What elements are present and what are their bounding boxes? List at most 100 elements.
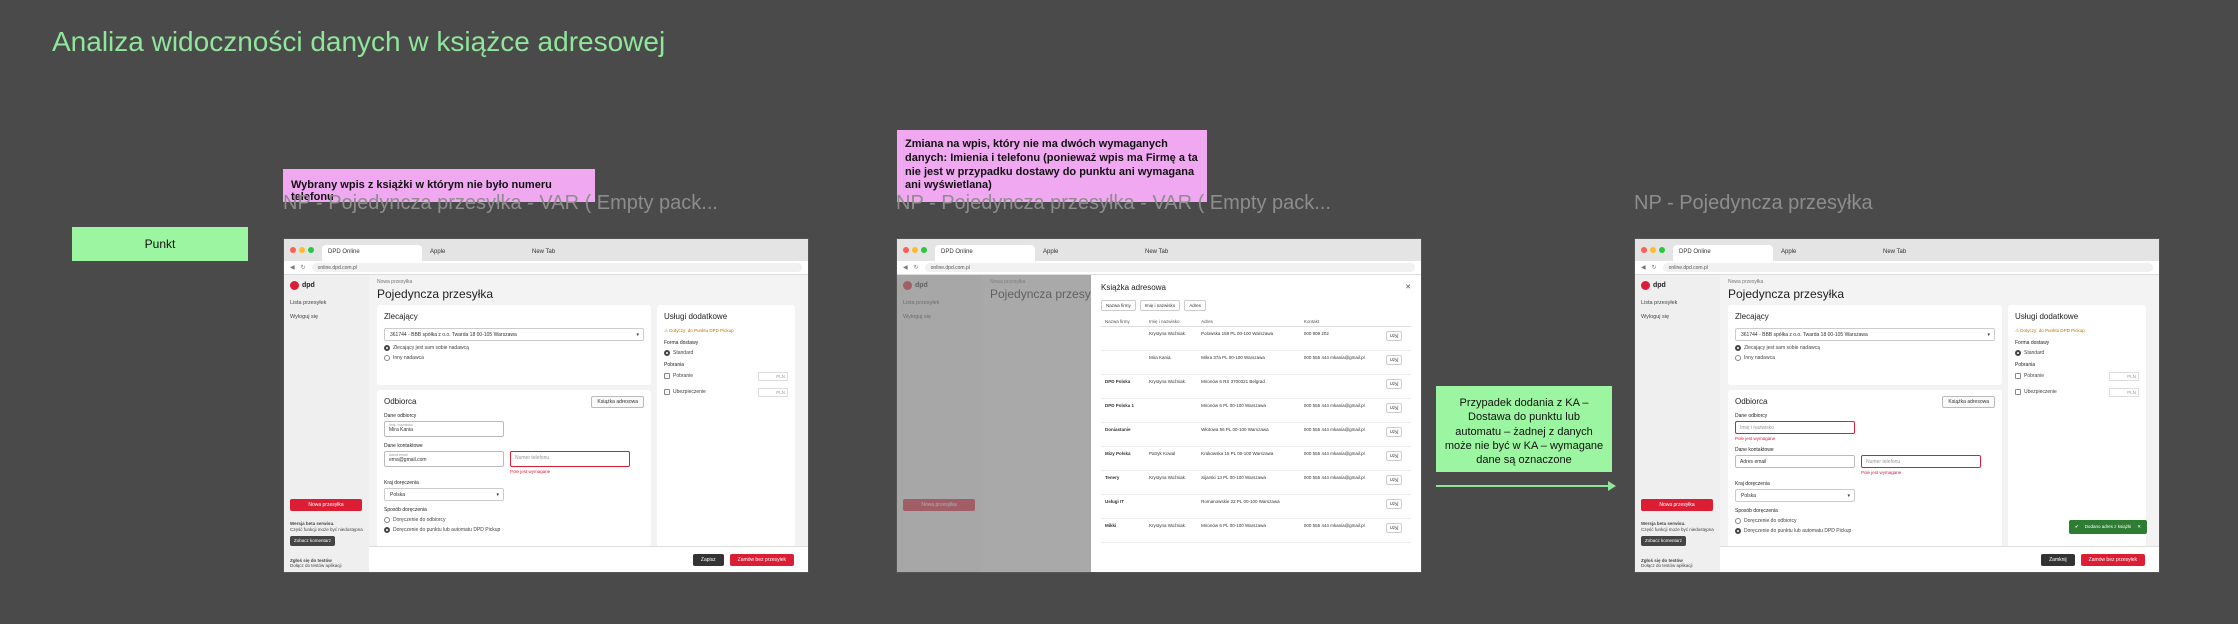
country-select[interactable]: Polska ▾ [1735,489,1855,502]
cell-address: Romanowskie 22 PL 00-100 Warszawa [1197,494,1300,519]
breadcrumb: Nowa przesyłka [377,279,413,285]
services-card: Usługi dodatkowe ⚠ Dotyczy: do Punktu DP… [657,305,795,555]
radio-pickup-delivery[interactable] [384,527,390,533]
sidebar-item-logout[interactable]: Wyloguj się [290,314,363,320]
use-entry-button[interactable]: Użyj [1385,379,1403,390]
radio-self-sender[interactable] [384,345,390,351]
filter-company[interactable]: Nazwa firmy [1101,300,1136,311]
checkbox-insurance[interactable] [664,389,670,395]
sidebar-item-shipments[interactable]: Lista przesyłek [290,300,363,306]
cell-address: Włotowa 56 PL 00-100 Warszawa [1197,422,1300,447]
use-entry-button[interactable]: Użyj [1385,475,1403,486]
insurance-amount-field[interactable]: PLN [758,388,788,397]
use-entry-button[interactable]: Użyj [1385,451,1403,462]
browser-tab[interactable]: Apple [1037,245,1137,261]
comment-button[interactable]: Zobacz komentarz [290,535,336,546]
use-entry-button[interactable]: Użyj [1385,403,1403,414]
browser-tab[interactable]: New Tab [526,245,626,261]
recipient-name-field[interactable]: Imię i nazwisko [1735,421,1855,434]
radio-standard[interactable] [2015,350,2021,356]
filter-name[interactable]: Imię i nazwisko [1139,300,1181,311]
col-name: Imię i nazwisko [1144,317,1198,327]
phone-error: Pole jest wymagane [1861,470,1902,475]
use-entry-button[interactable]: Użyj [1385,331,1403,342]
recipient-name-field[interactable]: Imię i nazwisko Mira Kania [384,421,504,437]
cell-name: Krystyna Woźniak [1144,326,1198,351]
use-entry-button[interactable]: Użyj [1385,427,1403,438]
cell-action: Użyj [1381,446,1411,471]
email-field[interactable]: Adres email [1735,455,1855,468]
close-icon[interactable]: ✕ [2137,524,2141,530]
cell-address: Mikra 37a PL 00-100 Warszawa [1197,350,1300,375]
save-draft-button[interactable]: Zapisz [692,553,724,566]
radio-other-sender[interactable] [1735,355,1741,361]
use-entry-button[interactable]: Użyj [1385,355,1403,366]
radio-self-sender[interactable] [1735,345,1741,351]
back-icon[interactable]: ◀ [1641,264,1646,271]
phone-field[interactable]: Numer telefonu [510,451,630,467]
frame-label-1: NP - Pojedyncza przesyłka - VAR ( Empty … [283,192,718,214]
order-button[interactable]: Zamów bez przesyłek [2080,553,2145,566]
browser-tab[interactable]: Apple [1775,245,1875,261]
new-shipment-button[interactable]: Nowa przesyłka [290,499,362,511]
cell-name: Mira Kania [1144,350,1198,375]
cod-amount-field[interactable]: PLN [2109,372,2139,381]
radio-other-sender[interactable] [384,355,390,361]
checkbox-cod[interactable] [664,373,670,379]
sidebar-item-shipments[interactable]: Lista przesyłek [1641,300,1714,306]
url-field[interactable]: online.dpd.com.pl [1662,263,2153,272]
cell-address: Krakowska 15 PL 00-100 Warszawa [1197,446,1300,471]
use-entry-button[interactable]: Użyj [1385,499,1403,510]
url-field[interactable]: online.dpd.com.pl [311,263,802,272]
checkbox-cod[interactable] [2015,373,2021,379]
cell-name: Krystyna Woźniak [1144,518,1198,543]
new-shipment-button[interactable]: Nowa przesyłka [1641,499,1713,511]
email-field[interactable]: Adres email ema@gmail.com [384,451,504,467]
close-icon[interactable]: ✕ [1405,283,1411,291]
browser-tabbar: DPD Online Apple New Tab [284,239,808,261]
label-pickup-delivery: Doręczenie do punktu lub automatu DPD Pi… [1744,528,1852,534]
phone-error: Pole jest wymagane [510,469,551,474]
checkbox-insurance[interactable] [2015,389,2021,395]
radio-pickup-delivery[interactable] [1735,528,1741,534]
filter-address[interactable]: Adres [1184,300,1207,311]
country-select[interactable]: Polska ▾ [384,488,504,501]
label-standard: Standard [673,350,694,356]
url-field[interactable]: online.dpd.com.pl [924,263,1415,272]
reload-icon[interactable]: ↻ [301,264,306,271]
success-toast: ✔ Dodano adres z książki ✕ [2068,520,2147,534]
browser-tab[interactable]: DPD Online [322,245,422,261]
radio-door-delivery[interactable] [1735,518,1741,524]
use-entry-button[interactable]: Użyj [1385,523,1403,534]
phone-field[interactable]: Numer telefonu [1861,455,1981,468]
sidebar-item-logout[interactable]: Wyloguj się [1641,314,1714,320]
back-icon[interactable]: ◀ [903,264,908,271]
browser-tab[interactable]: New Tab [1139,245,1239,261]
label-other-sender: Inny nadawca [393,355,424,361]
radio-door-delivery[interactable] [384,517,390,523]
reload-icon[interactable]: ↻ [914,264,919,271]
cod-amount-field[interactable]: PLN [758,372,788,381]
browser-tab[interactable]: Apple [424,245,524,261]
insurance-amount-field[interactable]: PLN [2109,388,2139,397]
back-icon[interactable]: ◀ [290,264,295,271]
browser-tab[interactable]: DPD Online [1673,245,1773,261]
browser-tab[interactable]: New Tab [1877,245,1977,261]
table-row: Mizy Polska Patryk Kowal Krakowska 15 PL 0… [1101,446,1411,471]
cell-company: Doniastanie [1101,422,1145,447]
browser-tab[interactable]: DPD Online [935,245,1035,261]
address-book-button[interactable]: Książka adresowa [591,396,644,408]
table-row: DPD Polska Krystyna Woźniak Mironów 6 RS 3… [1101,374,1411,399]
cell-action: Użyj [1381,494,1411,519]
radio-standard[interactable] [664,350,670,356]
sticky-punkt: Punkt [72,227,248,261]
close-button[interactable]: Zamknij [2041,553,2075,566]
contact-label: Dane kontaktowe [384,443,423,449]
comment-button[interactable]: Zobacz komentarz [1641,535,1687,546]
sender-select[interactable]: 361744 - BBB spółka z o.o. Twarda 18 00-… [1735,328,1995,341]
reload-icon[interactable]: ↻ [1652,264,1657,271]
cell-address: Mironów 6 RS 3700321 Belgrad [1197,374,1300,399]
order-button[interactable]: Zamów bez przesyłek [729,553,794,566]
sender-select[interactable]: 361744 - BBB spółka z o.o. Twarda 18 00-… [384,328,644,341]
address-book-button[interactable]: Książka adresowa [1942,396,1995,408]
